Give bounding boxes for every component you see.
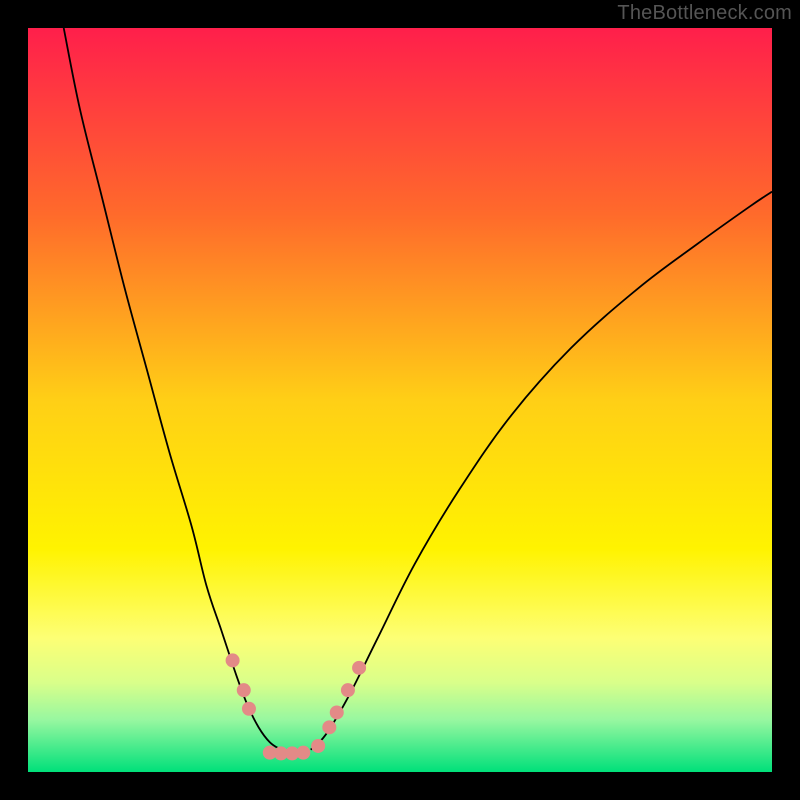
marker-dot (341, 683, 355, 697)
marker-dot (330, 705, 344, 719)
attribution-label: TheBottleneck.com (617, 2, 792, 25)
marker-dot (311, 739, 325, 753)
background-gradient (28, 28, 772, 772)
marker-dot (322, 720, 336, 734)
marker-dot (352, 661, 366, 675)
plot-area (28, 28, 772, 772)
chart-svg (28, 28, 772, 772)
marker-dot (237, 683, 251, 697)
chart-frame: TheBottleneck.com (0, 0, 800, 800)
marker-dot (242, 702, 256, 716)
marker-dot (296, 746, 310, 760)
marker-dot (226, 653, 240, 667)
